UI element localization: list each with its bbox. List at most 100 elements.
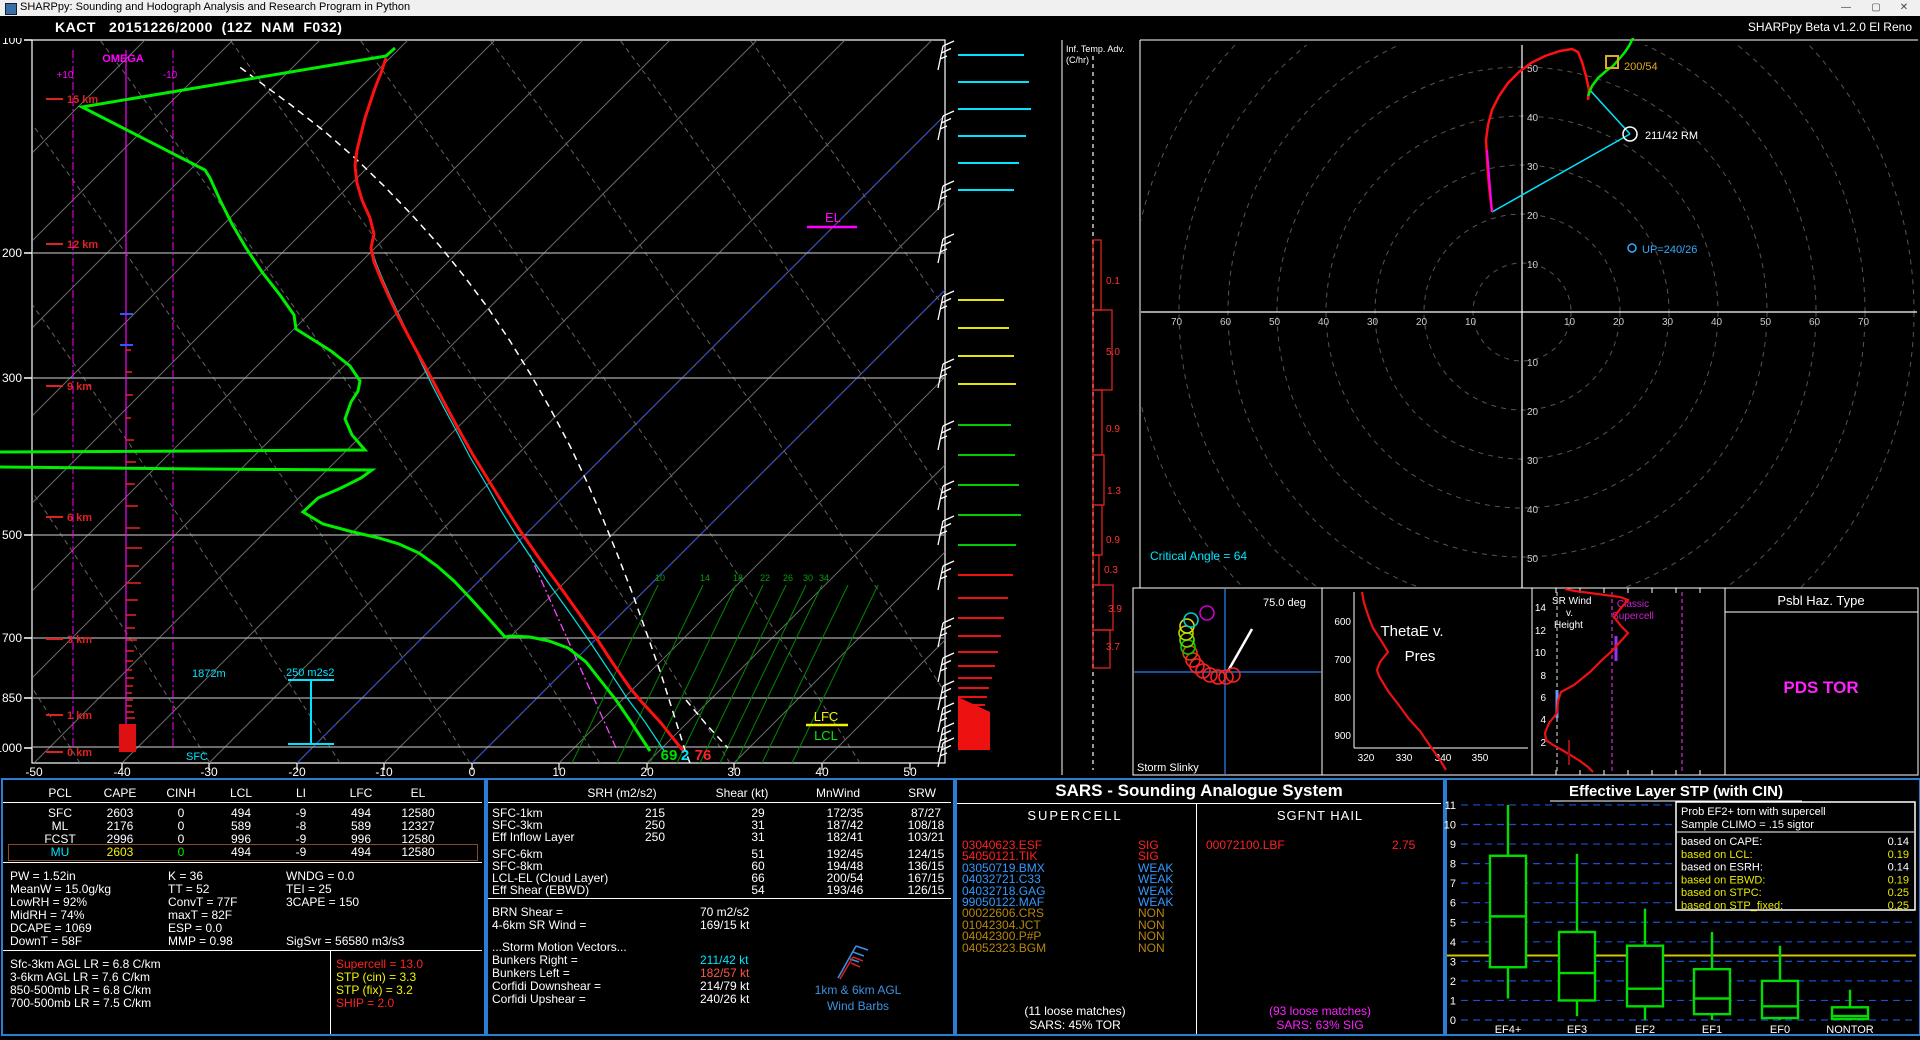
parcel-cinh: 0 bbox=[178, 806, 185, 820]
thermo-dcape: DCAPE = 1069 bbox=[10, 921, 92, 935]
parcel-cinh: 0 bbox=[178, 845, 185, 859]
kin-srw: 126/15 bbox=[908, 883, 945, 897]
parcel-lfc: 494 bbox=[351, 806, 371, 820]
kin-row-name: Eff Shear (EBWD) bbox=[492, 883, 589, 897]
storm-motion-header: ...Storm Motion Vectors... bbox=[492, 940, 627, 954]
thermo-convt: ConvT = 77F bbox=[168, 895, 237, 909]
brn-shear-label: BRN Shear = bbox=[492, 905, 563, 919]
app-icon bbox=[5, 3, 17, 15]
cape-header: CAPE bbox=[104, 786, 137, 800]
sars-hail-size: 2.75 bbox=[1392, 838, 1415, 852]
bunkers-right-label: Bunkers Right = bbox=[492, 953, 578, 967]
el-header: EL bbox=[411, 786, 426, 800]
pcl-header: PCL bbox=[48, 786, 71, 800]
thermo-midrh: MidRH = 74% bbox=[10, 908, 84, 922]
maximize-button[interactable]: ▢ bbox=[1862, 0, 1890, 16]
parcel-name[interactable]: SFC bbox=[48, 806, 72, 820]
thermo-tt: TT = 52 bbox=[168, 882, 209, 896]
sars-match[interactable]: 04052323.BGM bbox=[962, 941, 1046, 955]
thermo-sigsvr: SigSvr = 56580 m3/s3 bbox=[286, 934, 404, 948]
parcel-lfc: 494 bbox=[351, 845, 371, 859]
kin-srh: 250 bbox=[645, 830, 665, 844]
barb-caption-1: 1km & 6km AGL bbox=[815, 983, 902, 997]
table-divider bbox=[1196, 803, 1197, 1034]
version-label: SHARPpy Beta v1.2.0 El Reno bbox=[1748, 20, 1912, 34]
kin-mnwind: 193/46 bbox=[827, 883, 864, 897]
parcel-li: -9 bbox=[296, 845, 307, 859]
srwind-46-label: 4-6km SR Wind = bbox=[492, 918, 586, 932]
thermo-lowrh: LowRH = 92% bbox=[10, 895, 87, 909]
thermo-maxt: maxT = 82F bbox=[168, 908, 232, 922]
table-divider bbox=[330, 950, 331, 1034]
mnwind-header: MnWind bbox=[816, 786, 860, 800]
lapse-sfc3km: Sfc-3km AGL LR = 6.8 C/km bbox=[10, 957, 161, 971]
parcel-lcl: 494 bbox=[231, 806, 251, 820]
parcel-name[interactable]: MU bbox=[51, 845, 70, 859]
minimize-button[interactable]: — bbox=[1832, 0, 1860, 16]
app-header: KACT 20151226/2000 (12Z NAM F032) SHARPp… bbox=[0, 16, 1920, 38]
sars-supercell-header: SUPERCELL bbox=[1027, 808, 1122, 823]
sars-hail-loose: (93 loose matches) bbox=[1269, 1004, 1371, 1018]
close-button[interactable]: ✕ bbox=[1890, 0, 1918, 16]
thermo-meanw: MeanW = 15.0g/kg bbox=[10, 882, 111, 896]
kin-mnwind: 182/41 bbox=[827, 830, 864, 844]
sars-hail-result: SARS: 63% SIG bbox=[1276, 1018, 1363, 1032]
kin-shear: 54 bbox=[751, 883, 764, 897]
thermo-tei: TEI = 25 bbox=[286, 882, 332, 896]
corfidi-up-value: 240/26 kt bbox=[700, 992, 749, 1006]
index-stp-cin: STP (cin) = 3.3 bbox=[336, 970, 416, 984]
parcel-el: 12580 bbox=[401, 806, 434, 820]
parcel-cape: 2603 bbox=[107, 845, 134, 859]
lapse-700-500: 700-500mb LR = 7.5 C/km bbox=[10, 996, 151, 1010]
bunkers-right-value: 211/42 kt bbox=[700, 953, 748, 967]
table-divider bbox=[957, 803, 1441, 804]
srw-header: SRW bbox=[908, 786, 936, 800]
thermo-3cape: 3CAPE = 150 bbox=[286, 895, 359, 909]
parcel-lcl: 494 bbox=[231, 845, 251, 859]
lapse-36km: 3-6km AGL LR = 7.6 C/km bbox=[10, 970, 150, 984]
shear-header: Shear (kt) bbox=[716, 786, 769, 800]
thermo-pw: PW = 1.52in bbox=[10, 869, 76, 883]
sars-supercell-loose: (11 loose matches) bbox=[1024, 1004, 1125, 1018]
table-divider bbox=[488, 898, 951, 899]
brn-shear-value: 70 m2/s2 bbox=[700, 905, 749, 919]
corfidi-down-value: 214/79 kt bbox=[700, 979, 749, 993]
kin-shear: 31 bbox=[751, 830, 764, 844]
parcel-lcl: 589 bbox=[231, 819, 251, 833]
li-header: LI bbox=[296, 786, 306, 800]
sounding-title: KACT 20151226/2000 (12Z NAM F032) bbox=[55, 19, 342, 35]
sars-match-cat: NON bbox=[1138, 941, 1165, 955]
parcel-li: -9 bbox=[296, 806, 307, 820]
window-titlebar: SHARPpy: Sounding and Hodograph Analysis… bbox=[0, 0, 1920, 16]
kin-srw: 103/21 bbox=[908, 830, 945, 844]
table-divider bbox=[3, 862, 482, 863]
table-divider bbox=[488, 802, 951, 803]
srwind-46-value: 169/15 kt bbox=[700, 918, 749, 932]
index-stp-fix: STP (fix) = 3.2 bbox=[336, 983, 413, 997]
parcel-cinh: 0 bbox=[178, 819, 185, 833]
parcel-name[interactable]: ML bbox=[52, 819, 69, 833]
srh-header: SRH (m2/s2) bbox=[587, 786, 656, 800]
parcel-lfc: 589 bbox=[351, 819, 371, 833]
index-ship: SHIP = 2.0 bbox=[336, 996, 394, 1010]
parcel-el: 12580 bbox=[401, 845, 434, 859]
lfc-header: LFC bbox=[350, 786, 373, 800]
kin-row-name: Eff Inflow Layer bbox=[492, 830, 575, 844]
parcel-el: 12327 bbox=[401, 819, 434, 833]
table-divider bbox=[3, 950, 482, 951]
corfidi-up-label: Corfidi Upshear = bbox=[492, 992, 586, 1006]
table-divider bbox=[3, 802, 482, 803]
window-title: SHARPpy: Sounding and Hodograph Analysis… bbox=[20, 1, 410, 13]
corfidi-down-label: Corfidi Downshear = bbox=[492, 979, 601, 993]
lapse-850-500: 850-500mb LR = 6.8 C/km bbox=[10, 983, 151, 997]
thermo-esp: ESP = 0.0 bbox=[168, 921, 222, 935]
parcel-cape: 2603 bbox=[107, 806, 134, 820]
sars-supercell-result: SARS: 45% TOR bbox=[1029, 1018, 1121, 1032]
sars-hail-match[interactable]: 00072100.LBF bbox=[1206, 838, 1285, 852]
lcl-header: LCL bbox=[230, 786, 252, 800]
sars-title: SARS - Sounding Analogue System bbox=[1055, 781, 1342, 801]
barb-caption-2: Wind Barbs bbox=[827, 999, 889, 1013]
thermo-k: K = 36 bbox=[168, 869, 203, 883]
bunkers-left-label: Bunkers Left = bbox=[492, 966, 570, 980]
thermo-downt: DownT = 58F bbox=[10, 934, 82, 948]
